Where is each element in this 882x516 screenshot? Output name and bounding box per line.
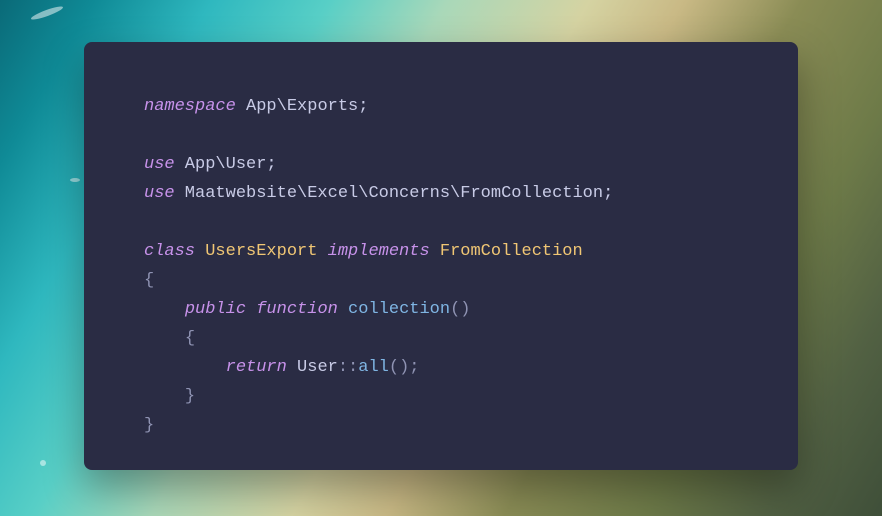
method-name: collection	[338, 300, 450, 319]
code-text: Maatwebsite\Excel\Concerns\FromCollectio…	[175, 184, 614, 203]
keyword-use: use	[144, 155, 175, 174]
indent	[144, 329, 185, 348]
code-text: App\User;	[175, 155, 277, 174]
keyword-namespace: namespace	[144, 97, 236, 116]
code-text: App\Exports;	[236, 97, 369, 116]
space	[246, 300, 256, 319]
indent	[144, 358, 226, 377]
bg-accent	[70, 178, 80, 182]
operator: ::	[338, 358, 358, 377]
class-ref: User	[287, 358, 338, 377]
code-text: ();	[389, 358, 420, 377]
indent	[144, 387, 185, 406]
bg-accent	[40, 460, 46, 466]
brace-open: {	[185, 329, 195, 348]
bg-accent	[30, 4, 64, 21]
indent	[144, 300, 185, 319]
parens: ()	[450, 300, 470, 319]
keyword-implements: implements	[328, 242, 430, 261]
brace-close: }	[185, 387, 195, 406]
code-panel: namespace App\Exports; use App\User; use…	[84, 42, 798, 470]
interface-name: FromCollection	[430, 242, 583, 261]
method-call: all	[358, 358, 389, 377]
keyword-public: public	[185, 300, 246, 319]
keyword-function: function	[256, 300, 338, 319]
brace-open: {	[144, 271, 154, 290]
brace-close: }	[144, 416, 154, 435]
code-block: namespace App\Exports; use App\User; use…	[144, 92, 738, 440]
class-name: UsersExport	[195, 242, 328, 261]
keyword-return: return	[226, 358, 287, 377]
keyword-use: use	[144, 184, 175, 203]
keyword-class: class	[144, 242, 195, 261]
